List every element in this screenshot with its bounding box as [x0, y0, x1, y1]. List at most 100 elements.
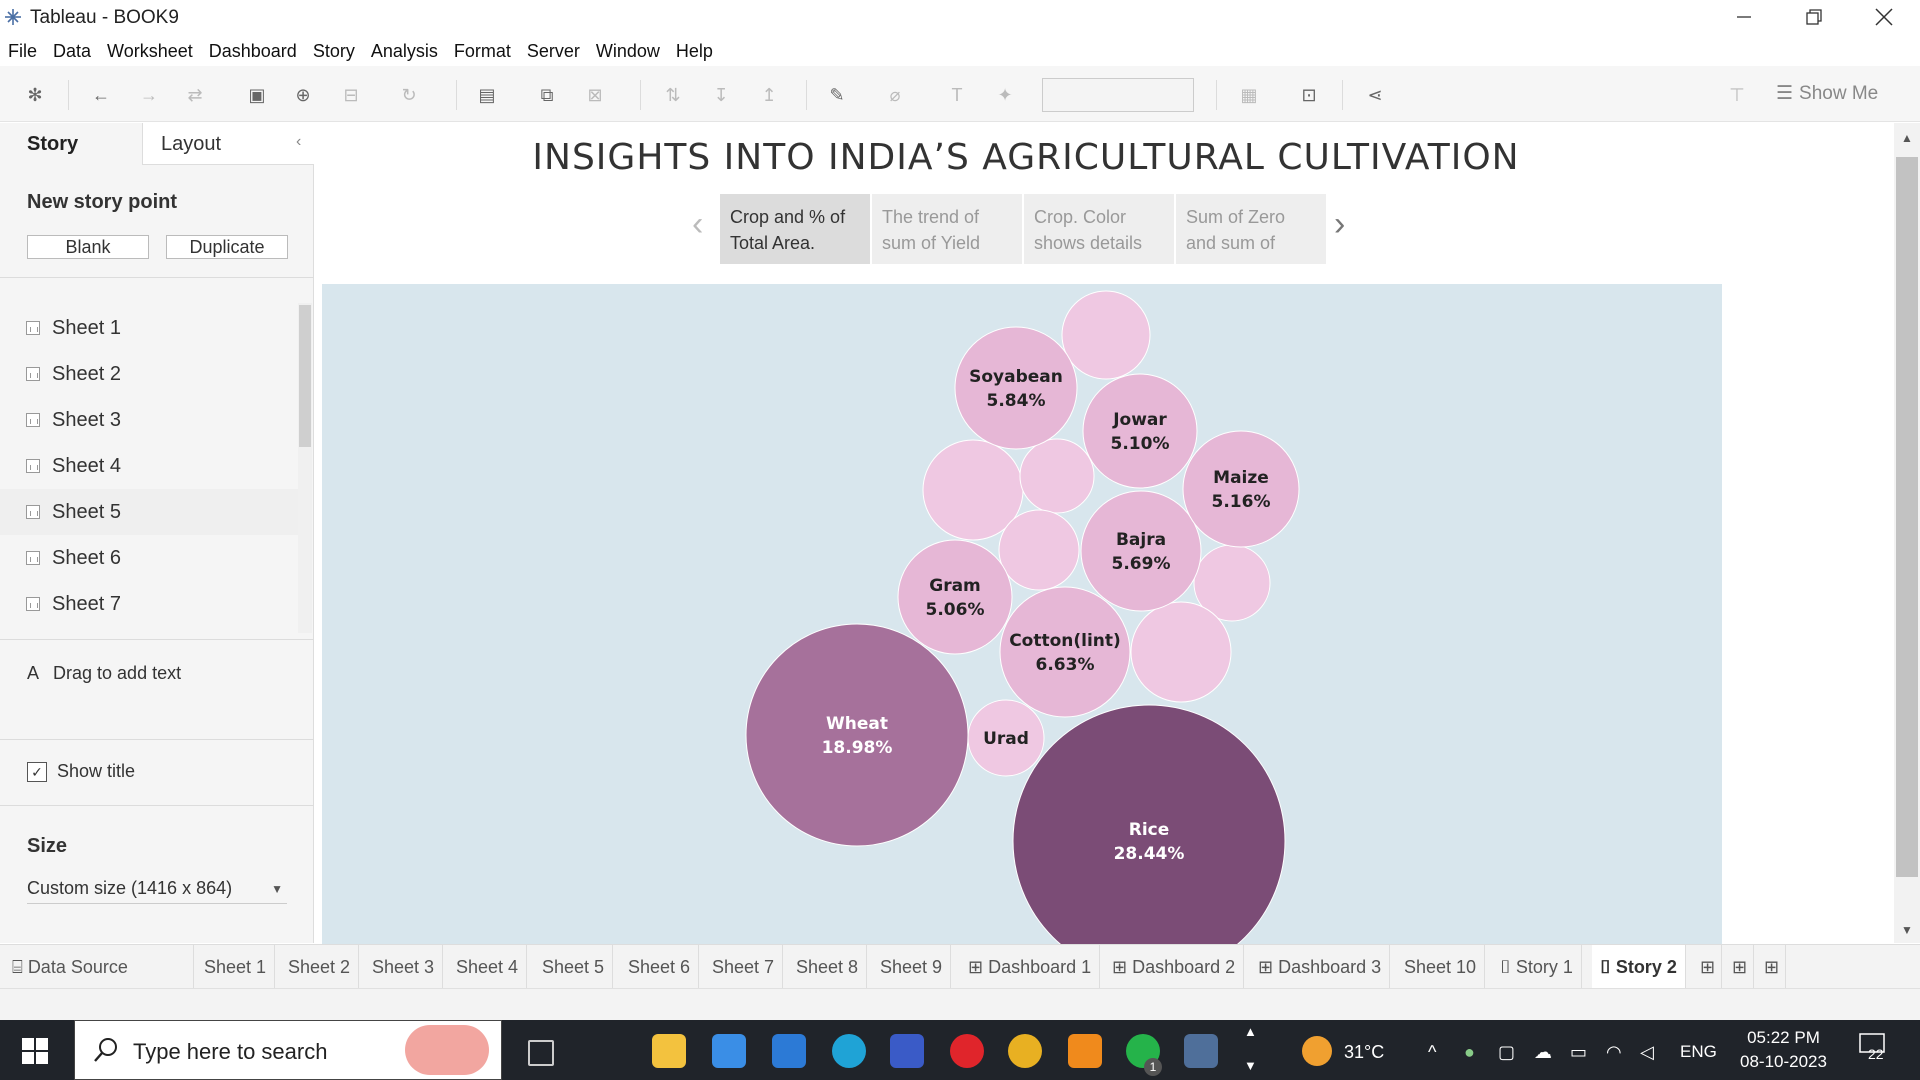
tab-story-2[interactable]: ⌷ Story 2: [1592, 945, 1686, 989]
vertical-scrollbar[interactable]: ▲ ▼: [1894, 123, 1920, 943]
bubble-gram[interactable]: [897, 539, 1013, 655]
refresh-icon[interactable]: ↻: [398, 84, 420, 106]
new-worksheet-icon[interactable]: ▤: [476, 84, 498, 106]
tab-sheet-7[interactable]: Sheet 7: [704, 945, 784, 989]
new-datasource-icon[interactable]: ⊕: [292, 84, 314, 106]
menu-worksheet[interactable]: Worksheet: [99, 37, 201, 65]
duplicate-button[interactable]: Duplicate: [166, 235, 288, 259]
sheet-list-item[interactable]: Sheet 1: [0, 305, 298, 351]
tab-sheet-6[interactable]: Sheet 6: [620, 945, 700, 989]
tab-sheet-5[interactable]: Sheet 5: [534, 945, 614, 989]
chrome-browser-icon[interactable]: [1008, 1034, 1042, 1068]
wifi-icon[interactable]: ◠: [1606, 1042, 1622, 1063]
battery-icon[interactable]: ▭: [1570, 1042, 1587, 1063]
format-painter-icon[interactable]: ⊤: [1726, 84, 1748, 106]
taskbar-clock[interactable]: 05:22 PM 08-10-2023: [1740, 1026, 1827, 1074]
menu-help[interactable]: Help: [668, 37, 721, 65]
show-me-button[interactable]: ☰ Show Me: [1776, 82, 1878, 105]
clear-sheet-icon[interactable]: ⊠: [584, 84, 606, 106]
bubble-jowar[interactable]: [1082, 373, 1198, 489]
fix-axes-icon[interactable]: ✦: [994, 84, 1016, 106]
tab-story-1[interactable]: ⌷ Story 1: [1492, 945, 1582, 989]
tab-layout[interactable]: Layout: [142, 123, 314, 165]
menu-file[interactable]: File: [0, 37, 45, 65]
show-title-checkbox[interactable]: ✓ Show title: [27, 761, 135, 782]
previous-story-point-icon[interactable]: ‹: [692, 205, 703, 244]
highlight-icon[interactable]: ✎: [826, 84, 848, 106]
presentation-mode-icon[interactable]: ⊡: [1298, 84, 1320, 106]
sheet-list-item[interactable]: Sheet 7: [0, 581, 298, 627]
duplicate-sheet-icon[interactable]: ⧉: [536, 84, 558, 106]
bubble-unlabeled[interactable]: [1130, 601, 1232, 703]
sheet-list-item[interactable]: Sheet 5: [0, 489, 298, 535]
taskbar-search-box[interactable]: Type here to search: [74, 1020, 502, 1080]
new-worksheet-tab-button[interactable]: ⊞: [1692, 945, 1722, 989]
tab-dashboard-1[interactable]: ⊞ Dashboard 1: [960, 945, 1101, 989]
file-explorer-icon[interactable]: [652, 1034, 686, 1068]
sheet-list-item[interactable]: Sheet 2: [0, 351, 298, 397]
vertical-scroll-thumb[interactable]: [1896, 157, 1918, 877]
tab-sheet-4[interactable]: Sheet 4: [448, 945, 528, 989]
bubble-cotton-lint[interactable]: [999, 586, 1131, 718]
sheet-list-scroll-thumb[interactable]: [299, 305, 311, 447]
bubble-unlabeled[interactable]: [1061, 290, 1151, 380]
story-point-2[interactable]: The trend of sum of Yield: [872, 194, 1022, 264]
task-view-icon[interactable]: [528, 1040, 554, 1066]
bubble-unlabeled[interactable]: [1019, 438, 1095, 514]
group-icon[interactable]: ⌀: [884, 84, 906, 106]
sort-ascending-icon[interactable]: ↧: [710, 84, 732, 106]
new-dashboard-tab-button[interactable]: ⊞: [1724, 945, 1754, 989]
sheet-list-item[interactable]: Sheet 3: [0, 397, 298, 443]
weather-temperature[interactable]: 31°C: [1344, 1042, 1384, 1063]
tab-sheet-9[interactable]: Sheet 9: [872, 945, 952, 989]
edge-browser-icon[interactable]: [832, 1034, 866, 1068]
bubble-soyabean[interactable]: [954, 326, 1078, 450]
undo-icon[interactable]: ←: [90, 84, 112, 106]
windows-start-icon[interactable]: [22, 1038, 48, 1064]
show-hidden-icons-icon[interactable]: ^: [1428, 1042, 1436, 1063]
fit-dropdown[interactable]: [1042, 78, 1194, 112]
bubble-bajra[interactable]: [1080, 490, 1202, 612]
tab-sheet-1[interactable]: Sheet 1: [196, 945, 276, 989]
sheet-list-item[interactable]: Sheet 4: [0, 443, 298, 489]
tableau-taskbar-icon[interactable]: [1184, 1034, 1218, 1068]
story-point-3[interactable]: Crop. Color shows details: [1024, 194, 1174, 264]
scroll-down-icon[interactable]: ▼: [1901, 923, 1913, 937]
story-point-4[interactable]: Sum of Zero and sum of: [1176, 194, 1326, 264]
pause-updates-icon[interactable]: ⊟: [340, 84, 362, 106]
tab-dashboard-2[interactable]: ⊞ Dashboard 2: [1104, 945, 1245, 989]
restore-button[interactable]: [1782, 0, 1846, 34]
next-story-point-icon[interactable]: ›: [1334, 205, 1345, 244]
tab-data-source[interactable]: ⌸ Data Source: [4, 945, 194, 989]
tab-sheet-8[interactable]: Sheet 8: [788, 945, 868, 989]
tab-sheet-3[interactable]: Sheet 3: [364, 945, 444, 989]
menu-story[interactable]: Story: [305, 37, 363, 65]
taskbar-scroll-up-icon[interactable]: ▲: [1244, 1024, 1257, 1039]
bubble-unlabeled[interactable]: [998, 509, 1080, 591]
menu-dashboard[interactable]: Dashboard: [201, 37, 305, 65]
save-icon[interactable]: ▣: [246, 84, 268, 106]
dev-app-icon[interactable]: [890, 1034, 924, 1068]
tab-dashboard-3[interactable]: ⊞ Dashboard 3: [1250, 945, 1391, 989]
microsoft-store-icon[interactable]: [712, 1034, 746, 1068]
drag-to-add-text[interactable]: A Drag to add text: [27, 663, 181, 684]
meet-icon[interactable]: ▢: [1498, 1042, 1515, 1063]
mail-icon[interactable]: [772, 1034, 806, 1068]
menu-format[interactable]: Format: [446, 37, 519, 65]
language-indicator[interactable]: ENG: [1680, 1042, 1717, 1062]
menu-window[interactable]: Window: [588, 37, 668, 65]
opera-browser-icon[interactable]: [950, 1034, 984, 1068]
tab-story[interactable]: Story: [0, 123, 142, 165]
size-select[interactable]: Custom size (1416 x 864) ▼: [27, 878, 287, 904]
minimize-button[interactable]: [1712, 0, 1776, 34]
menu-server[interactable]: Server: [519, 37, 588, 65]
tray-app-icon[interactable]: ●: [1464, 1042, 1475, 1063]
bubble-wheat[interactable]: [745, 623, 969, 847]
weather-icon[interactable]: [1302, 1036, 1332, 1066]
tableau-home-icon[interactable]: ✻: [24, 84, 46, 106]
scroll-up-icon[interactable]: ▲: [1901, 131, 1913, 145]
labels-icon[interactable]: T: [946, 84, 968, 106]
vlc-player-icon[interactable]: [1068, 1034, 1102, 1068]
sheet-list-item[interactable]: Sheet 6: [0, 535, 298, 581]
onedrive-cloud-icon[interactable]: ☁: [1534, 1042, 1552, 1063]
